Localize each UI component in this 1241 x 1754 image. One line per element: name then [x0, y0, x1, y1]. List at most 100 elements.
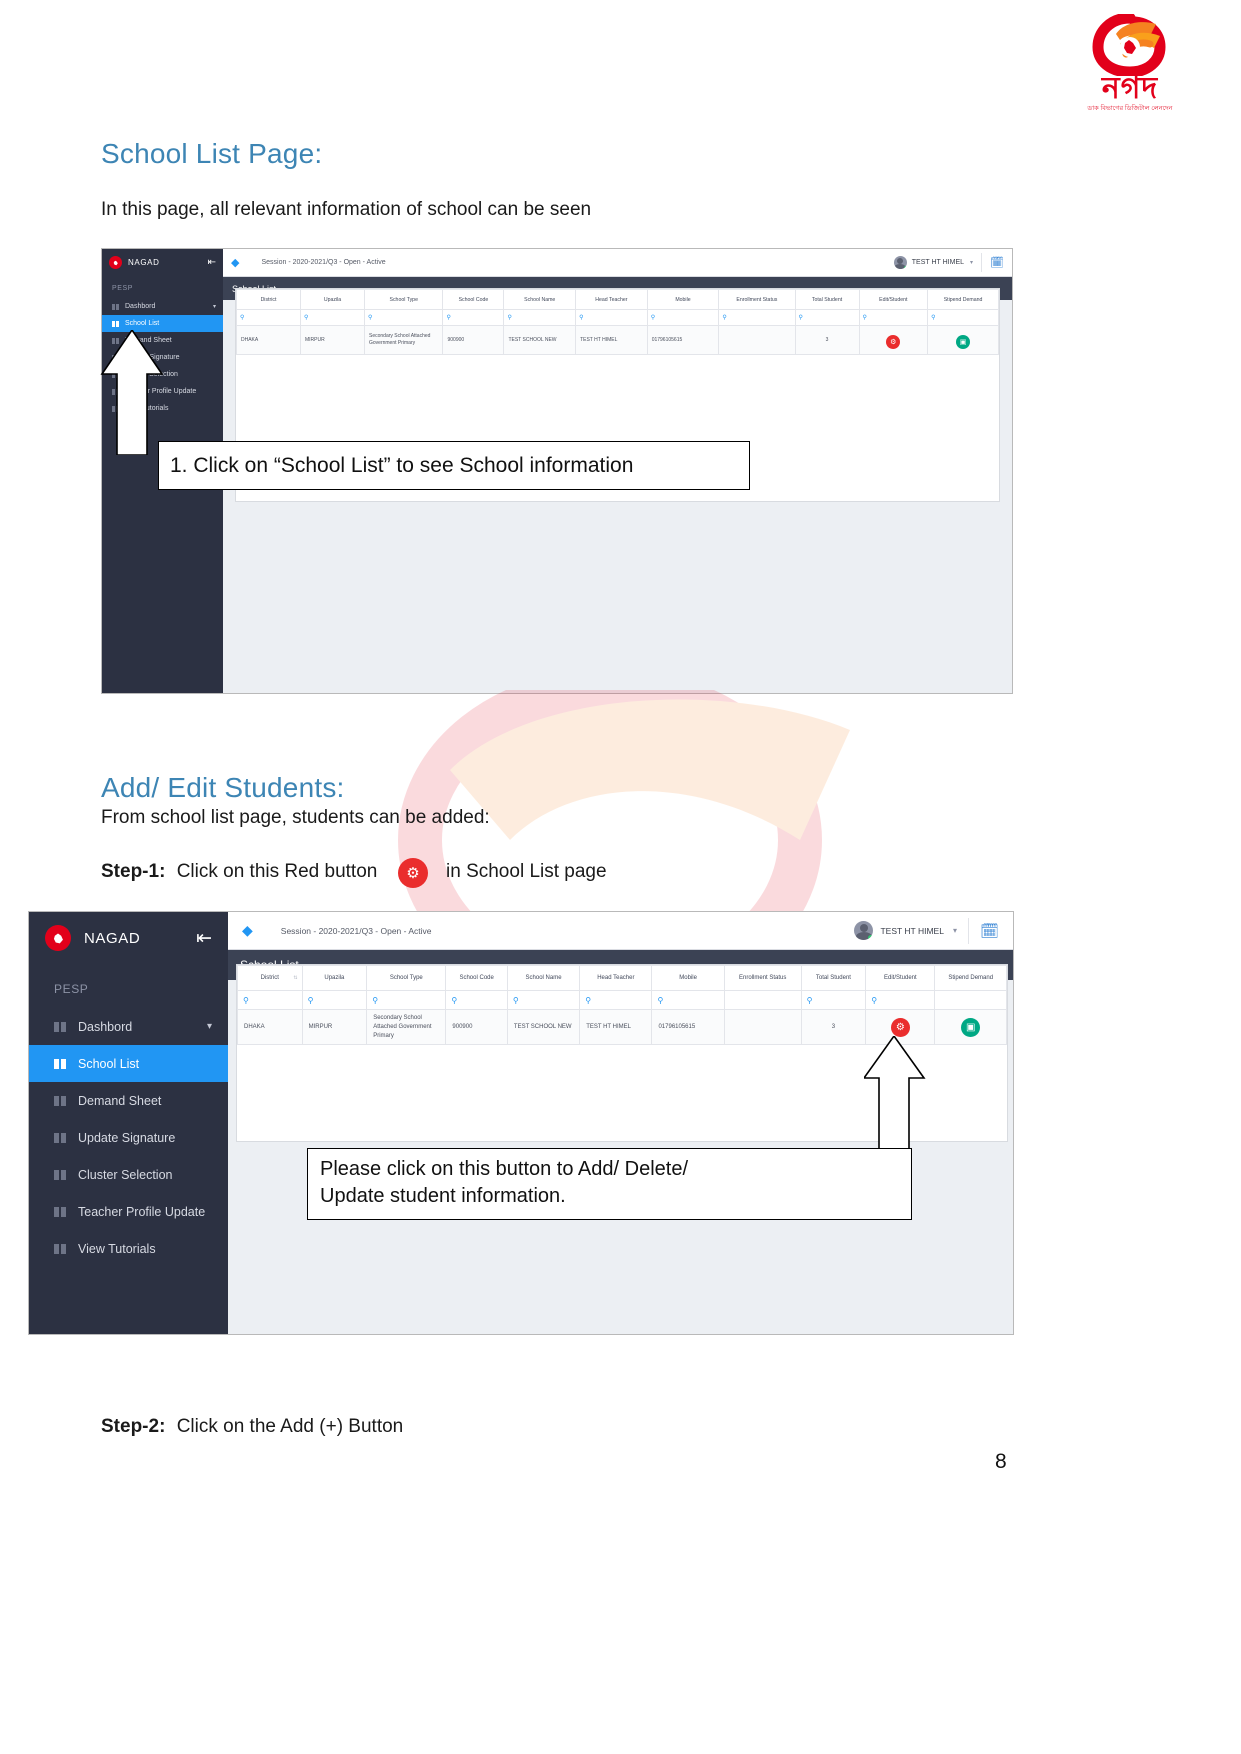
sidebar-2: NAGAD ⇤ PESP Dashbord ▾ School List Dema…: [29, 912, 228, 1334]
col-edit-student[interactable]: Edit/Student: [858, 289, 929, 310]
col-head-teacher[interactable]: Head Teacher: [575, 289, 648, 310]
filter-stipend-demand[interactable]: [934, 990, 1007, 1010]
filter-school-type[interactable]: ⚲: [363, 309, 444, 326]
grid-icon: [54, 1021, 66, 1032]
col-district[interactable]: District ⇅: [237, 965, 303, 991]
table-header-row-2: District ⇅ Upazila School Type School Cod…: [237, 965, 1007, 991]
calendar-icon[interactable]: 🗓: [990, 256, 1004, 269]
callout-box-1: 1. Click on “School List” to see School …: [158, 441, 750, 490]
topbar-1: ◆ Session - 2020-2021/Q3 - Open - Active…: [223, 249, 1012, 277]
sidebar-section-label-1: PESP: [112, 285, 134, 292]
col-enrollment-status[interactable]: Enrollment Status: [718, 289, 796, 310]
filter-total-student[interactable]: ⚲: [794, 309, 860, 326]
filter-mobile[interactable]: ⚲: [646, 309, 720, 326]
col-district[interactable]: District: [236, 289, 301, 310]
callout-box-2: Please click on this button to Add/ Dele…: [307, 1148, 912, 1220]
edit-student-icon[interactable]: ⚙: [398, 858, 428, 888]
sidebar-item-dashbord-1[interactable]: Dashbord ▾: [102, 298, 223, 315]
sidebar-brand-2: NAGAD ⇤: [29, 912, 228, 964]
nagad-badge-icon: [45, 925, 71, 951]
filter-edit-student[interactable]: ⚲: [858, 309, 929, 326]
col-enrollment-status[interactable]: Enrollment Status: [723, 965, 802, 991]
page-title-add-edit-students: Add/ Edit Students:: [101, 772, 345, 803]
paragraph-add-students: From school list page, students can be a…: [101, 807, 490, 828]
sidebar-item-label: Cluster Selection: [78, 1167, 173, 1182]
col-school-type[interactable]: School Type: [363, 289, 444, 310]
edit-student-icon[interactable]: ⚙: [890, 1018, 910, 1037]
filter-school-name[interactable]: ⚲: [506, 990, 581, 1010]
col-upazila[interactable]: Upazila: [301, 965, 368, 991]
col-edit-student[interactable]: Edit/Student: [865, 965, 936, 991]
col-mobile[interactable]: Mobile: [646, 289, 720, 310]
col-school-type[interactable]: School Type: [366, 965, 447, 991]
grid-icon: [54, 1243, 66, 1254]
chevron-down-icon[interactable]: ▾: [970, 259, 973, 266]
callout-text-2-line-1: Please click on this button to Add/ Dele…: [320, 1158, 688, 1180]
filter-enrollment-status[interactable]: ⚲: [718, 309, 796, 326]
filter-district[interactable]: ⚲: [237, 990, 303, 1010]
col-mobile[interactable]: Mobile: [651, 965, 725, 991]
filter-head-teacher[interactable]: ⚲: [579, 990, 653, 1010]
cell-enrollment-status: [723, 1009, 802, 1045]
col-school-name[interactable]: School Name: [503, 289, 577, 310]
table-row[interactable]: DHAKA MIRPUR Secondary School Attached G…: [236, 325, 999, 355]
filter-district[interactable]: ⚲: [236, 309, 301, 326]
col-stipend-demand[interactable]: Stipend Demand: [927, 289, 999, 310]
cell-school-code: 900900: [442, 325, 505, 355]
edit-student-icon[interactable]: ⚙: [886, 335, 901, 349]
avatar[interactable]: [893, 256, 907, 269]
filter-mobile[interactable]: ⚲: [651, 990, 725, 1010]
filter-total-student[interactable]: ⚲: [800, 990, 867, 1010]
sidebar-item-label: Dashbord: [78, 1019, 133, 1034]
filter-upazila[interactable]: ⚲: [300, 309, 365, 326]
filter-head-teacher[interactable]: ⚲: [575, 309, 648, 326]
cell-mobile: 01796105615: [651, 1009, 725, 1045]
filter-school-code[interactable]: ⚲: [442, 309, 505, 326]
sidebar-item-demand-sheet-2[interactable]: Demand Sheet: [29, 1082, 228, 1119]
col-total-student[interactable]: Total Student: [800, 965, 867, 991]
chevron-down-icon[interactable]: ▾: [953, 926, 957, 935]
layers-icon[interactable]: ◆: [242, 922, 253, 939]
step-2-line: Step-2: Click on the Add (+) Button: [101, 1416, 403, 1438]
filter-enrollment-status[interactable]: [723, 990, 802, 1010]
collapse-sidebar-icon-1[interactable]: ⇤: [208, 257, 216, 268]
cell-stipend-demand: ▣: [934, 1009, 1007, 1045]
layers-icon[interactable]: ◆: [231, 256, 239, 269]
step-1-label: Step-1:: [101, 861, 166, 882]
avatar[interactable]: [854, 921, 874, 940]
sidebar-brand-label-1: NAGAD: [128, 258, 160, 267]
sidebar-item-dashbord-2[interactable]: Dashbord ▾: [29, 1008, 228, 1045]
col-school-name[interactable]: School Name: [506, 965, 581, 991]
col-head-teacher[interactable]: Head Teacher: [579, 965, 653, 991]
school-list-table-2: District ⇅ Upazila School Type School Cod…: [237, 965, 1007, 1045]
col-school-code[interactable]: School Code: [442, 289, 505, 310]
col-stipend-demand[interactable]: Stipend Demand: [934, 965, 1007, 991]
step-2-label: Step-2:: [101, 1416, 166, 1437]
sidebar-item-cluster-selection-2[interactable]: Cluster Selection: [29, 1156, 228, 1193]
stipend-demand-icon[interactable]: ▣: [956, 335, 971, 349]
page-number: 8: [995, 1450, 1007, 1473]
sort-icon[interactable]: ⇅: [293, 975, 297, 981]
filter-edit-student[interactable]: ⚲: [865, 990, 936, 1010]
collapse-sidebar-icon-2[interactable]: ⇤: [196, 927, 212, 950]
calendar-icon[interactable]: 🗓: [980, 922, 999, 940]
sidebar-item-view-tutorials-2[interactable]: View Tutorials: [29, 1230, 228, 1267]
topbar-right-2: TEST HT HIMEL ▾ 🗓: [854, 917, 999, 944]
user-name-1: TEST HT HIMEL: [911, 259, 965, 266]
filter-school-name[interactable]: ⚲: [503, 309, 577, 326]
filter-school-type[interactable]: ⚲: [366, 990, 447, 1010]
sidebar-section-label-2: PESP: [54, 982, 89, 996]
table-filter-row-1: ⚲ ⚲ ⚲ ⚲ ⚲ ⚲ ⚲ ⚲ ⚲ ⚲ ⚲: [236, 309, 999, 326]
sidebar-item-update-signature-2[interactable]: Update Signature: [29, 1119, 228, 1156]
col-upazila[interactable]: Upazila: [300, 289, 365, 310]
stipend-demand-icon[interactable]: ▣: [961, 1018, 981, 1037]
sidebar-item-school-list-2[interactable]: School List: [29, 1045, 228, 1082]
grid-icon: [112, 303, 119, 310]
col-school-code[interactable]: School Code: [445, 965, 508, 991]
filter-upazila[interactable]: ⚲: [301, 990, 368, 1010]
filter-school-code[interactable]: ⚲: [445, 990, 508, 1010]
cell-school-type: Secondary School Attached Government Pri…: [363, 325, 444, 355]
col-total-student[interactable]: Total Student: [794, 289, 860, 310]
sidebar-item-teacher-profile-update-2[interactable]: Teacher Profile Update: [29, 1193, 228, 1230]
filter-stipend-demand[interactable]: ⚲: [927, 309, 999, 326]
